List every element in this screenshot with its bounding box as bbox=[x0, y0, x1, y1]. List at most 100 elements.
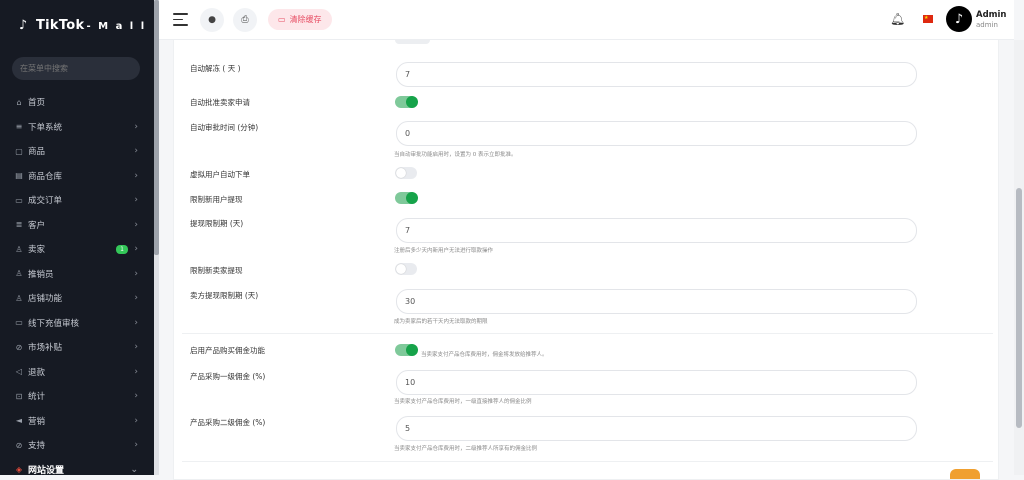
chevron-right-icon: › bbox=[134, 121, 138, 132]
clear-cache-button[interactable]: ▭ 清除缓存 bbox=[268, 9, 332, 30]
sidebar-item-label: 统计 bbox=[28, 392, 46, 403]
globe-icon[interactable]: ● bbox=[200, 8, 224, 32]
chevron-down-icon: ⌄ bbox=[130, 464, 138, 475]
sidebar-item-label: 市场补贴 bbox=[28, 343, 63, 354]
sidebar-item-label: 下单系统 bbox=[28, 122, 63, 133]
chevron-right-icon: › bbox=[134, 440, 138, 451]
setting-hint: 成为卖家后的若干天内无法取款的期限 bbox=[394, 319, 488, 325]
stats-icon: ⊡ bbox=[15, 391, 23, 401]
avatar[interactable]: ♪ bbox=[946, 6, 972, 32]
customer-icon: ≣ bbox=[15, 220, 23, 230]
setting-input[interactable]: 7 bbox=[396, 62, 917, 87]
setting-input[interactable]: 30 bbox=[396, 289, 917, 314]
setting-toggle[interactable] bbox=[395, 263, 417, 275]
sidebar-item[interactable]: ♙ 推销员 › bbox=[0, 262, 154, 287]
tiktok-note-icon: ♪ bbox=[18, 17, 28, 33]
sidebar-item[interactable]: ⊘ 支持 › bbox=[0, 433, 154, 458]
chevron-right-icon: › bbox=[134, 317, 138, 328]
previous-toggle-edge bbox=[395, 40, 430, 44]
brand-logo[interactable]: ♪ TikTok - M a l l bbox=[14, 12, 146, 38]
setting-hint: 当自动审批功能启用时，设置为 0 表示立即批准。 bbox=[394, 152, 517, 158]
setting-toggle[interactable] bbox=[395, 192, 418, 204]
setting-input[interactable]: 0 bbox=[396, 121, 917, 146]
sidebar-menu: ⌂ 首页 ≡ 下单系统 › ▢ 商品 › ▤ 商品仓库 › ▭ 成交订单 › ≣ 客户 › ♙ 卖家 1 › ♙ 推销员 › ♙… bbox=[0, 90, 154, 475]
chevron-right-icon: › bbox=[134, 391, 138, 402]
setting-toggle[interactable] bbox=[395, 344, 418, 356]
setting-toggle[interactable] bbox=[395, 167, 417, 179]
section-divider bbox=[182, 333, 993, 334]
setting-hint: 当卖家支付产品仓库费用时，一级直接推荐人的佣金比例 bbox=[394, 399, 532, 405]
sidebar-item-label: 商品 bbox=[28, 147, 46, 158]
warehouse-icon: ▤ bbox=[15, 171, 23, 181]
setting-label: 启用产品购买佣金功能 bbox=[190, 346, 265, 355]
setting-input[interactable]: 7 bbox=[396, 218, 917, 243]
bag-icon: ▢ bbox=[15, 146, 23, 156]
language-flag-icon[interactable]: ★ bbox=[923, 15, 933, 23]
floating-action-button[interactable] bbox=[950, 469, 980, 479]
sidebar-item[interactable]: ⊘ 市场补贴 › bbox=[0, 335, 154, 360]
sidebar-item[interactable]: ◈ 网站设置 ⌄ bbox=[0, 458, 154, 475]
count-badge: 1 bbox=[116, 244, 128, 254]
ticket-icon: ▭ bbox=[15, 195, 23, 205]
card-icon: ▭ bbox=[15, 318, 23, 328]
setting-label: 限制新卖家提现 bbox=[190, 266, 243, 275]
chevron-right-icon: › bbox=[134, 268, 138, 279]
sidebar-item[interactable]: ⌂ 首页 bbox=[0, 90, 154, 115]
settings-card: 自动解冻 ( 天 ) 7 自动批准卖家申请 自动审批时间 (分钟) 0 当自动审批功能启用… bbox=[173, 40, 999, 480]
setting-label: 自动解冻 ( 天 ) bbox=[190, 64, 241, 73]
sidebar-item-label: 成交订单 bbox=[28, 196, 63, 207]
sidebar-item-label: 退款 bbox=[28, 367, 46, 378]
store-icon: ♙ bbox=[15, 293, 23, 303]
megaphone-icon: ◄ bbox=[15, 416, 23, 426]
user-name[interactable]: Admin bbox=[976, 10, 1007, 20]
chevron-right-icon: › bbox=[134, 366, 138, 377]
top-bar: ● ⎙ ▭ 清除缓存 🔔︎ ★ ♪ Admin admin bbox=[159, 0, 1014, 40]
filter-icon: ≡ bbox=[15, 122, 23, 132]
sidebar-item[interactable]: ▢ 商品 › bbox=[0, 139, 154, 164]
setting-label: 自动批准卖家申请 bbox=[190, 98, 250, 107]
salesman-icon: ♙ bbox=[15, 269, 23, 279]
home-icon: ⌂ bbox=[16, 97, 22, 107]
sidebar-item[interactable]: ◁ 退款 › bbox=[0, 360, 154, 385]
chevron-right-icon: › bbox=[134, 195, 138, 206]
setting-label: 提现限制期 (天) bbox=[190, 219, 244, 228]
menu-toggle-icon[interactable] bbox=[173, 13, 188, 27]
sidebar-item[interactable]: ▭ 线下充值审核 › bbox=[0, 311, 154, 336]
menu-search-input[interactable] bbox=[12, 57, 140, 80]
setting-input[interactable]: 10 bbox=[396, 370, 917, 395]
sidebar-item[interactable]: ⊡ 统计 › bbox=[0, 384, 154, 409]
sidebar-item-label: 商品仓库 bbox=[28, 171, 63, 182]
sidebar-item[interactable]: ◄ 营销 › bbox=[0, 409, 154, 434]
chevron-right-icon: › bbox=[134, 415, 138, 426]
clear-cache-label: 清除缓存 bbox=[289, 15, 322, 24]
brand-name: TikTok bbox=[36, 17, 85, 33]
sidebar-item[interactable]: ≣ 客户 › bbox=[0, 213, 154, 238]
sidebar-item-label: 支持 bbox=[28, 441, 46, 452]
sidebar-item-label: 卖家 bbox=[28, 245, 46, 256]
cache-icon: ▭ bbox=[278, 15, 286, 24]
main-scrollbar-thumb[interactable] bbox=[1016, 188, 1022, 428]
sidebar-item[interactable]: ♙ 店铺功能 › bbox=[0, 286, 154, 311]
link-icon: ⊘ bbox=[15, 342, 23, 352]
printer-icon[interactable]: ⎙ bbox=[233, 8, 257, 32]
refund-icon: ◁ bbox=[15, 367, 23, 377]
chevron-right-icon: › bbox=[134, 170, 138, 181]
chevron-right-icon: › bbox=[134, 293, 138, 304]
sidebar-item-label: 客户 bbox=[28, 220, 46, 231]
chevron-right-icon: › bbox=[134, 342, 138, 353]
sidebar-item[interactable]: ≡ 下单系统 › bbox=[0, 115, 154, 140]
setting-label: 虚拟用户自动下单 bbox=[190, 170, 250, 179]
sidebar-item-label: 推销员 bbox=[28, 269, 54, 280]
sidebar-item[interactable]: ▭ 成交订单 › bbox=[0, 188, 154, 213]
setting-input[interactable]: 5 bbox=[396, 416, 917, 441]
sidebar-item-label: 线下充值审核 bbox=[28, 318, 80, 329]
chevron-right-icon: › bbox=[134, 146, 138, 157]
sidebar-item[interactable]: ♙ 卖家 1 › bbox=[0, 237, 154, 262]
sidebar-item-label: 网站设置 bbox=[28, 466, 65, 475]
support-icon: ⊘ bbox=[15, 440, 23, 450]
bell-icon[interactable]: 🔔︎ bbox=[890, 12, 905, 26]
chevron-right-icon: › bbox=[134, 219, 138, 230]
setting-label: 产品采购一级佣金 (%) bbox=[190, 372, 266, 381]
sidebar-item[interactable]: ▤ 商品仓库 › bbox=[0, 164, 154, 189]
setting-toggle[interactable] bbox=[395, 96, 418, 108]
